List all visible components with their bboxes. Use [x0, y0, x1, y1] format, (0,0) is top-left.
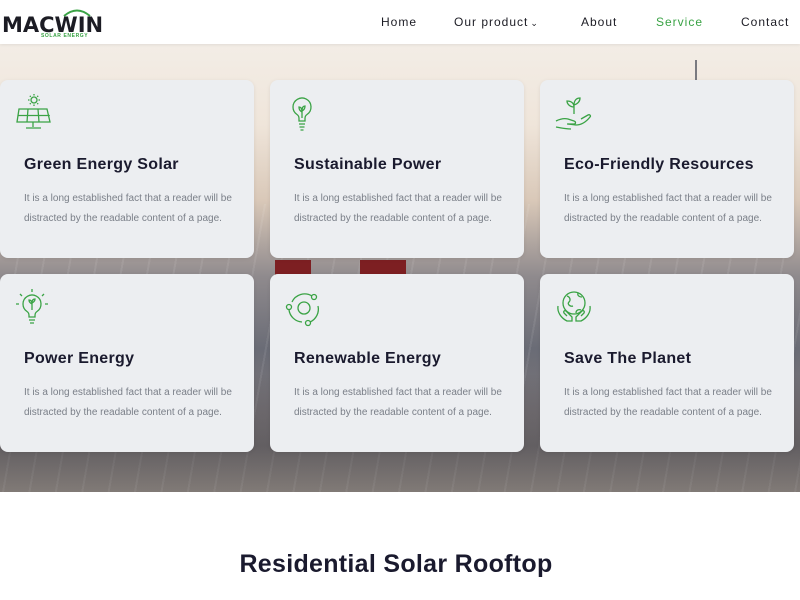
feature-title: Eco-Friendly Resources	[564, 156, 754, 173]
feature-description: It is a long established fact that a rea…	[564, 193, 772, 224]
hand-plant-icon	[555, 97, 592, 130]
feature-title: Save The Planet	[564, 350, 692, 367]
power-bulb-icon	[16, 289, 48, 324]
site-header: MACWIN SOLAR ENERGY Home Our product ⌄ Ab…	[0, 0, 800, 44]
globe-hands-icon	[557, 291, 591, 322]
brand-logo[interactable]: MACWIN SOLAR ENERGY	[0, 4, 103, 40]
solar-panel-icon	[16, 94, 51, 129]
nav-about[interactable]: About	[581, 15, 617, 29]
nav-our-product[interactable]: Our product ⌄	[454, 15, 539, 29]
feature-description: It is a long established fact that a rea…	[24, 387, 232, 418]
feature-description: It is a long established fact that a rea…	[564, 387, 772, 418]
feature-title: Sustainable Power	[294, 156, 442, 173]
feature-card[interactable]: Power Energy It is a long established fa…	[0, 274, 254, 452]
lightbulb-leaf-icon	[292, 97, 312, 131]
feature-title: Power Energy	[24, 350, 135, 367]
chevron-down-icon: ⌄	[530, 18, 539, 28]
feature-description: It is a long established fact that a rea…	[294, 387, 502, 418]
nav-contact[interactable]: Contact	[741, 15, 789, 29]
brand-tagline: SOLAR ENERGY	[41, 33, 89, 39]
renewable-cycle-icon	[285, 293, 320, 327]
feature-title: Green Energy Solar	[24, 156, 179, 173]
feature-card[interactable]: Green Energy Solar It is a long establis…	[0, 80, 254, 258]
section-title: Residential Solar Rooftop	[239, 550, 553, 578]
feature-card[interactable]: Sustainable Power It is a long establish…	[270, 80, 524, 258]
hero-background: Green Energy Solar It is a long establis…	[0, 44, 800, 492]
nav-home[interactable]: Home	[381, 15, 417, 29]
nav-service[interactable]: Service	[656, 15, 703, 29]
feature-card[interactable]: Save The Planet It is a long established…	[540, 274, 794, 452]
feature-title: Renewable Energy	[294, 350, 442, 367]
feature-card[interactable]: Eco-Friendly Resources It is a long esta…	[540, 80, 794, 258]
feature-description: It is a long established fact that a rea…	[294, 193, 502, 224]
feature-card[interactable]: Renewable Energy It is a long establishe…	[270, 274, 524, 452]
feature-description: It is a long established fact that a rea…	[24, 193, 232, 224]
roof-pole	[695, 60, 697, 82]
nav-our-product-label: Our product	[454, 15, 529, 29]
